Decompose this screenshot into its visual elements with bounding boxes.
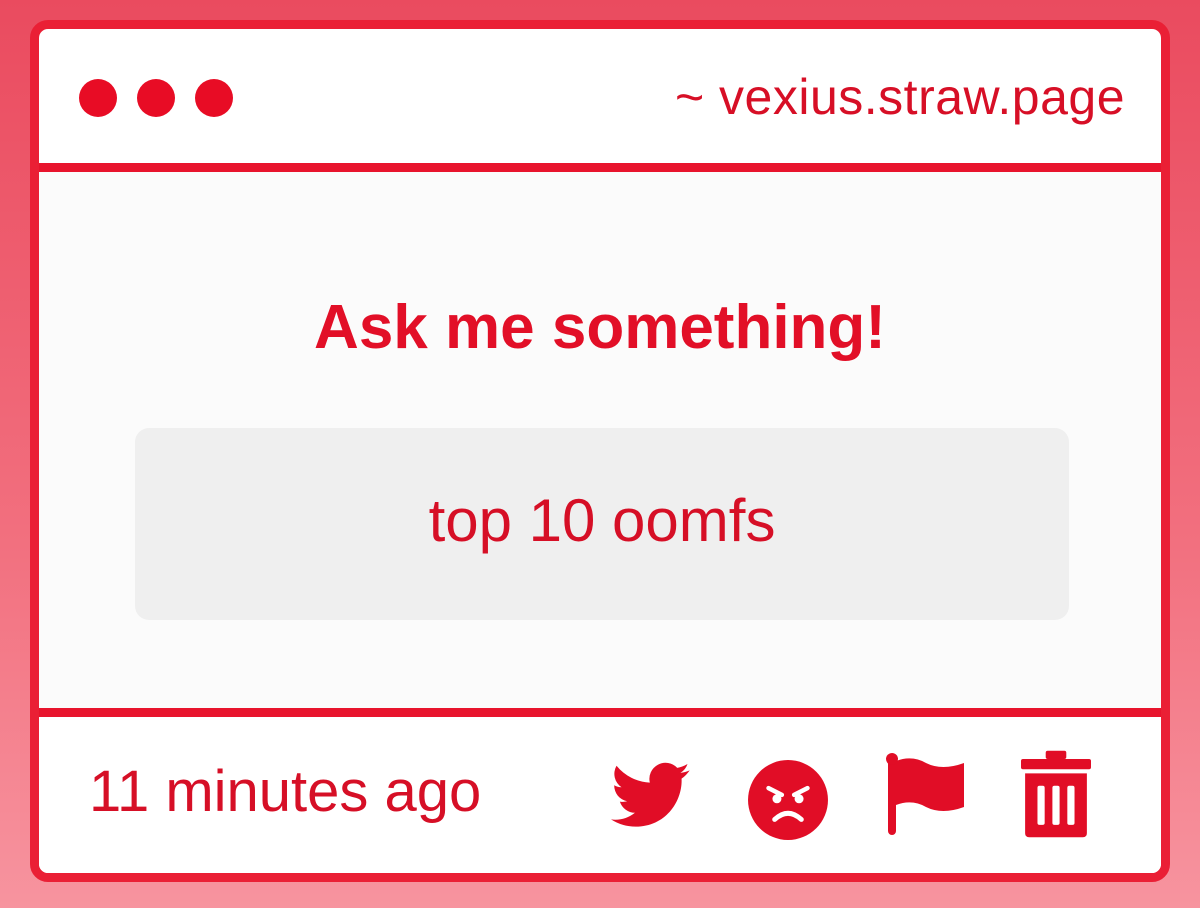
angry-face-icon[interactable] (747, 759, 829, 841)
window-control-dot-1[interactable] (79, 79, 117, 117)
flag-icon[interactable] (885, 753, 967, 837)
timestamp: 11 minutes ago (89, 759, 482, 824)
page-title: Ask me something! (314, 293, 886, 362)
trash-icon[interactable] (1021, 750, 1091, 838)
window-control-dot-3[interactable] (195, 79, 233, 117)
footer-bar: 11 minutes ago (39, 708, 1161, 873)
window-control-dot-2[interactable] (137, 79, 175, 117)
window-title-bar: ~ vexius.straw.page (39, 29, 1161, 172)
main-content: Ask me something! top 10 oomfs (39, 172, 1161, 708)
question-text: top 10 oomfs (428, 486, 776, 554)
browser-window-card: ~ vexius.straw.page Ask me something! to… (30, 20, 1170, 882)
question-box: top 10 oomfs (135, 428, 1069, 620)
window-controls (79, 79, 233, 117)
twitter-icon[interactable] (611, 761, 691, 831)
page-url: ~ vexius.straw.page (674, 69, 1125, 125)
